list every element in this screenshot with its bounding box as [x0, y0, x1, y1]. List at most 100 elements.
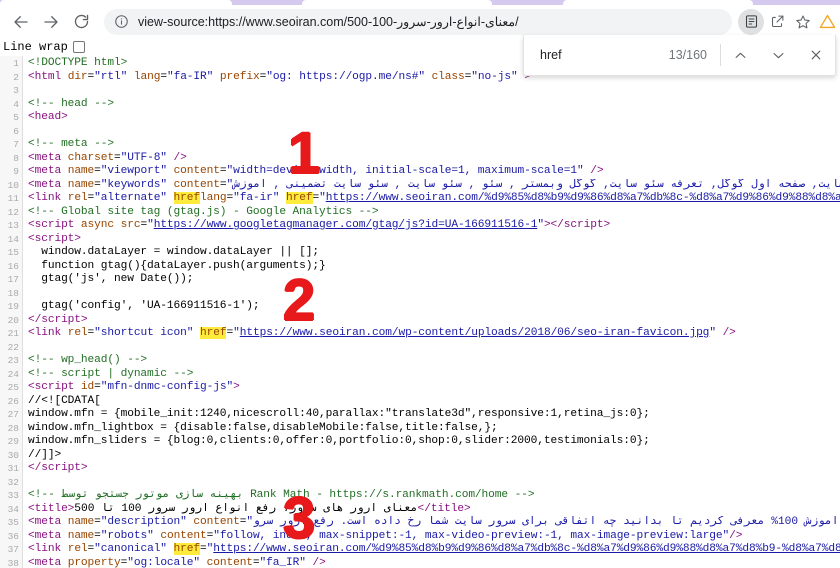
- warning-button[interactable]: [816, 9, 838, 35]
- line-number: 23: [7, 355, 19, 366]
- line-source: <meta property="og:locale" content="fa_I…: [28, 556, 326, 568]
- reading-mode-icon: [745, 15, 757, 28]
- source-line: 19 gtag('config', 'UA-166911516-1');: [0, 300, 840, 314]
- bookmark-button[interactable]: [790, 9, 816, 35]
- line-source: <link rel="canonical" href="https://www.…: [28, 543, 840, 555]
- line-number: 1: [13, 58, 19, 69]
- line-number: 25: [7, 382, 19, 393]
- line-number: 34: [7, 503, 19, 515]
- source-line: 32: [0, 476, 840, 490]
- line-source: gtag('config', 'UA-166911516-1');: [28, 300, 260, 312]
- line-source: [23, 287, 840, 301]
- source-line: 4 <!-- head -->: [0, 98, 840, 112]
- line-number: 30: [7, 449, 19, 461]
- source-line: 11 <link rel="alternate" hreflang="fa-ir"…: [0, 192, 840, 206]
- line-number: 24: [7, 368, 19, 380]
- line-source: [23, 84, 840, 98]
- source-line: 20 </script>: [0, 314, 840, 328]
- line-number: 10: [7, 179, 19, 191]
- source-line: 37 <link rel="canonical" href="https://ww…: [0, 543, 840, 557]
- share-icon: [771, 15, 783, 28]
- line-number: 21: [7, 328, 19, 339]
- view-source-content[interactable]: 1 <!DOCTYPE html> 2 <html dir="rtl" lang="f…: [0, 56, 840, 568]
- line-source: window.mfn_lightbox = {disable:false,dis…: [28, 421, 498, 434]
- arrow-right-icon: [44, 15, 58, 28]
- browser-toolbar: view-source:https://www.seoiran.com/500-…: [0, 5, 840, 38]
- line-number: 5: [13, 112, 19, 123]
- find-close-button[interactable]: [797, 35, 835, 76]
- back-button[interactable]: [6, 7, 36, 37]
- arrow-left-icon: [14, 15, 28, 28]
- source-line: 33 <!-- بهینه سازی موتور جستجو توسط Rank …: [0, 489, 840, 503]
- line-number: 29: [7, 436, 19, 447]
- source-line: 23 <!-- wp_head() -->: [0, 354, 840, 368]
- line-source: <!-- wp_head() -->: [28, 354, 148, 366]
- line-number: 15: [7, 247, 19, 258]
- source-line: 14 <script>: [0, 233, 840, 247]
- source-line: 7 <!-- meta -->: [0, 138, 840, 152]
- share-button[interactable]: [764, 9, 790, 35]
- toolbar-actions: [738, 8, 840, 35]
- line-number: 28: [7, 422, 19, 434]
- chevron-down-icon: [773, 52, 783, 58]
- forward-button[interactable]: [36, 7, 66, 37]
- source-line: 28 window.mfn_lightbox = {disable:false,d…: [0, 422, 840, 436]
- find-next-button[interactable]: [759, 35, 797, 76]
- line-number: 27: [7, 409, 19, 420]
- line-source: <script>: [28, 232, 81, 245]
- source-line: 6: [0, 125, 840, 139]
- source-line: 9 <meta name="viewport" content="width=de…: [0, 165, 840, 179]
- line-source: function gtag(){dataLayer.push(arguments…: [28, 259, 326, 272]
- line-source: [23, 125, 840, 139]
- line-source: [23, 341, 840, 355]
- source-line: 22: [0, 341, 840, 355]
- line-wrap-label: Line wrap: [3, 40, 68, 54]
- line-source: window.mfn_sliders = {blog:0,clients:0,o…: [28, 435, 650, 447]
- source-line: 24 <!-- script | dynamic -->: [0, 368, 840, 382]
- line-source: <meta name="viewport" content="width=dev…: [28, 165, 604, 177]
- reload-button[interactable]: [66, 7, 96, 37]
- line-number: 6: [13, 125, 19, 137]
- line-source: window.dataLayer = window.dataLayer || […: [28, 246, 319, 258]
- line-number: 31: [7, 463, 19, 474]
- line-source: <!-- بهینه سازی موتور جستجو توسط Rank Ma…: [28, 489, 535, 501]
- source-line: 8 <meta charset="UTF-8" />: [0, 152, 840, 166]
- source-line: 13 <script async src="https://www.googlet…: [0, 219, 840, 233]
- find-match-counter: 13/160: [668, 48, 707, 62]
- line-number: 11: [7, 193, 19, 204]
- line-wrap-checkbox[interactable]: [72, 41, 85, 53]
- source-line: 12 <!-- Global site tag (gtag.js) - Googl…: [0, 206, 840, 220]
- line-source: <link rel="shortcut icon" href="https://…: [28, 327, 736, 339]
- line-source: window.mfn = {mobile_init:1240,nicescrol…: [28, 408, 650, 420]
- source-line: 10 <meta name="keywords" content="سئو سای…: [0, 179, 840, 193]
- source-line: 36 <meta name="robots" content="follow, i…: [0, 530, 840, 544]
- find-previous-button[interactable]: [721, 35, 759, 76]
- source-line: 21 <link rel="shortcut icon" href="https:…: [0, 327, 840, 341]
- line-source: </script>: [28, 313, 88, 326]
- source-line: 29 window.mfn_sliders = {blog:0,clients:0…: [0, 435, 840, 449]
- line-source: <!-- script | dynamic -->: [28, 367, 194, 380]
- line-number: 33: [7, 490, 19, 501]
- source-line: 25 <script id="mfn-dnmc-config-js">: [0, 381, 840, 395]
- line-source: <meta name="keywords" content="سئو سایت …: [28, 178, 840, 191]
- line-number: 32: [7, 476, 19, 488]
- line-source: <meta name="description" content="ارور ه…: [28, 516, 840, 528]
- line-number: 13: [7, 220, 19, 231]
- source-line: 27 window.mfn = {mobile_init:1240,nicescr…: [0, 408, 840, 422]
- source-line: 34 <title>معنای ارور های سرور، رفع انواع …: [0, 503, 840, 517]
- line-number: 2: [13, 71, 19, 83]
- source-line: 30 //]]>: [0, 449, 840, 463]
- line-number: 17: [7, 274, 19, 285]
- find-input[interactable]: [524, 47, 669, 63]
- line-source: <link rel="alternate" hreflang="fa-ir" h…: [28, 192, 840, 204]
- source-line: 38 <meta property="og:locale" content="fa…: [0, 557, 840, 568]
- address-bar[interactable]: view-source:https://www.seoiran.com/500-…: [104, 8, 732, 35]
- source-line: 15 window.dataLayer = window.dataLayer |…: [0, 246, 840, 260]
- line-source: <!-- Global site tag (gtag.js) - Google …: [28, 205, 379, 218]
- reading-mode-button[interactable]: [738, 8, 764, 35]
- line-number: 18: [7, 287, 19, 299]
- line-source: <!-- head -->: [28, 97, 114, 110]
- line-number: 9: [13, 166, 19, 177]
- line-source: //]]>: [28, 448, 62, 461]
- line-source: [23, 476, 840, 490]
